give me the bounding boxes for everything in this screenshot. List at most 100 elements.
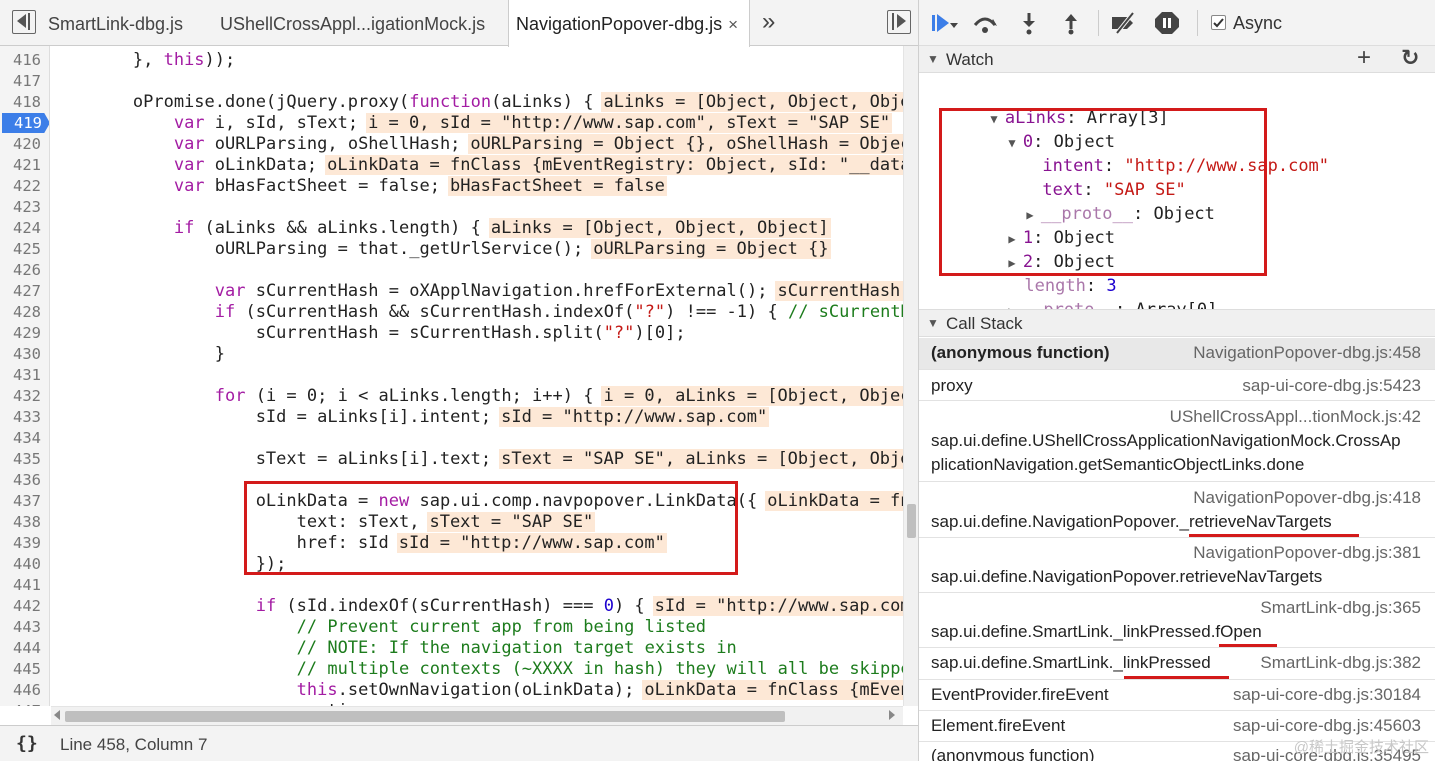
debugger-toolbar: Async [919,0,1435,46]
callstack-section-header[interactable]: ▼ Call Stack [919,309,1435,337]
code-line[interactable]: oURLParsing = that._getUrlService(); oURL… [51,239,831,260]
toggle-debugger-icon[interactable] [887,10,911,34]
code-line[interactable]: var bHasFactSheet = false; bHasFactSheet … [51,176,667,197]
line-number[interactable]: 447 [13,701,41,706]
line-number[interactable]: 421 [13,155,41,176]
callstack-frame[interactable]: proxy sap-ui-core-dbg.js:5423 [919,370,1435,401]
line-number[interactable]: 443 [13,617,41,638]
line-number[interactable]: 444 [13,638,41,659]
code-line[interactable]: var i, sId, sText; i = 0, sId = "http://w… [51,113,893,134]
pretty-print-icon[interactable]: {} [16,733,38,754]
line-number[interactable]: 431 [13,365,41,386]
line-number[interactable]: 427 [13,281,41,302]
inline-value: oURLParsing = Object {} [591,239,831,259]
breakpoint-marker[interactable]: 419 [2,113,49,133]
line-number[interactable]: 417 [13,71,41,92]
code-token: oURLParsing = that._getUrlService(); [51,239,584,259]
line-number[interactable]: 442 [13,596,41,617]
horizontal-scrollbar[interactable] [51,706,903,725]
code-line[interactable]: if (sCurrentHash && sCurrentHash.indexOf… [51,302,903,323]
scroll-left-icon[interactable] [54,710,60,720]
toggle-navigator-icon[interactable] [12,10,36,34]
line-number[interactable]: 437 [13,491,41,512]
pause-on-exceptions-icon[interactable] [1153,11,1181,35]
vertical-scrollbar[interactable] [903,46,918,706]
line-number[interactable]: 446 [13,680,41,701]
editor-tab-bar: SmartLink-dbg.js UShellCrossAppl...igati… [0,0,918,47]
code-token: oURLParsing, oShellHash; [204,134,461,154]
step-over-icon[interactable] [971,11,999,35]
frame-location: sap-ui-core-dbg.js:45603 [1232,716,1421,735]
callstack-frame[interactable]: NavigationPopover-dbg.js:418 sap.ui.defi… [919,482,1435,538]
line-number-gutter[interactable]: 416 417 418 419 420 421 422 423 424 425 426 427 428 4… [0,46,50,706]
watch-item-alinks[interactable]: ▼ aLinks: Array[3] [929,82,1168,128]
refresh-watch-icon[interactable]: ↻ [1401,44,1419,71]
close-tab-icon[interactable]: × [728,15,738,34]
line-number[interactable]: 445 [13,659,41,680]
callstack-frame[interactable]: EventProvider.fireEvent sap-ui-core-dbg.… [919,680,1435,711]
code-line[interactable]: // NOTE: If the navigation target exists… [51,638,737,659]
code-line[interactable]: sCurrentHash = sCurrentHash.split("?")[0… [51,323,686,344]
line-number[interactable]: 433 [13,407,41,428]
callstack-frame[interactable]: UShellCrossAppl...tionMock.js:42 sap.ui.… [919,401,1435,482]
line-number[interactable]: 440 [13,554,41,575]
code-line[interactable]: // Prevent current app from being listed [51,617,706,638]
code-line[interactable]: sId = aLinks[i].intent; sId = "http://www… [51,407,770,428]
code-line[interactable]: this.setOwnNavigation(oLinkData); oLinkDa… [51,680,903,701]
line-number[interactable]: 436 [13,470,41,491]
inline-value: i = 0, aLinks = [Object, Object, Object] [601,386,903,406]
code-line[interactable]: var sCurrentHash = oXApplNavigation.href… [51,281,903,302]
code-editor[interactable]: }, this)); oPromise.done(jQuery.proxy(fu… [51,46,903,706]
step-out-icon[interactable] [1057,11,1085,35]
line-number[interactable]: 441 [13,575,41,596]
code-line[interactable]: if (aLinks && aLinks.length) {aLinks = [… [51,218,831,239]
async-checkbox[interactable] [1211,15,1226,30]
vertical-scroll-thumb[interactable] [907,504,916,538]
line-number[interactable]: 420 [13,134,41,155]
line-number: 419 [14,114,42,132]
callstack-frame[interactable]: (anonymous function) NavigationPopover-d… [919,338,1435,370]
line-number[interactable]: 438 [13,512,41,533]
step-into-icon[interactable] [1015,11,1043,35]
line-number[interactable]: 426 [13,260,41,281]
code-line[interactable]: if (sId.indexOf(sCurrentHash) === 0) {sI… [51,596,903,617]
line-number[interactable]: 432 [13,386,41,407]
callstack-frame[interactable]: NavigationPopover-dbg.js:381 sap.ui.defi… [919,538,1435,593]
code-line[interactable]: }, this)); [51,50,235,71]
code-line[interactable]: oPromise.done(jQuery.proxy(function(aLin… [51,92,903,113]
code-line[interactable]: } [51,344,225,365]
frame-function: sap.ui.define.NavigationPopover._retriev… [931,512,1332,531]
line-number[interactable]: 430 [13,344,41,365]
line-number[interactable]: 424 [13,218,41,239]
line-number[interactable]: 434 [13,428,41,449]
line-number[interactable]: 429 [13,323,41,344]
tab-smartlink[interactable]: SmartLink-dbg.js [48,0,183,46]
scroll-right-icon[interactable] [889,710,895,720]
deactivate-breakpoints-icon[interactable] [1109,11,1137,35]
code-line[interactable]: // multiple contexts (~XXXX in hash) the… [51,659,903,680]
line-number[interactable]: 425 [13,239,41,260]
watch-section-header[interactable]: ▼ Watch + ↻ [919,44,1435,73]
frame-location: NavigationPopover-dbg.js:458 [1193,343,1421,362]
resume-icon[interactable] [929,11,958,35]
line-number[interactable]: 439 [13,533,41,554]
line-number[interactable]: 418 [13,92,41,113]
horizontal-scroll-thumb[interactable] [65,711,785,722]
more-tabs-icon[interactable]: » [762,0,775,46]
line-number[interactable]: 416 [13,50,41,71]
line-number[interactable]: 428 [13,302,41,323]
watch-item-root-proto[interactable]: ▶ __proto__: Array[0] [947,274,1217,320]
line-number[interactable]: 435 [13,449,41,470]
line-number[interactable]: 423 [13,197,41,218]
line-number[interactable]: 422 [13,176,41,197]
tab-navigation-popover[interactable]: NavigationPopover-dbg.js × [508,0,750,47]
code-line[interactable]: for (i = 0; i < aLinks.length; i++) {i =… [51,386,903,407]
code-line[interactable]: var oURLParsing, oShellHash; oURLParsing … [51,134,903,155]
callstack-frame[interactable]: SmartLink-dbg.js:365 sap.ui.define.Smart… [919,593,1435,648]
tab-ushell-mock[interactable]: UShellCrossAppl...igationMock.js [220,0,485,46]
code-line[interactable]: sText = aLinks[i].text; sText = "SAP SE",… [51,449,903,470]
code-line[interactable]: var oLinkData; oLinkData = fnClass {mEven… [51,155,903,176]
add-watch-icon[interactable]: + [1357,44,1371,71]
